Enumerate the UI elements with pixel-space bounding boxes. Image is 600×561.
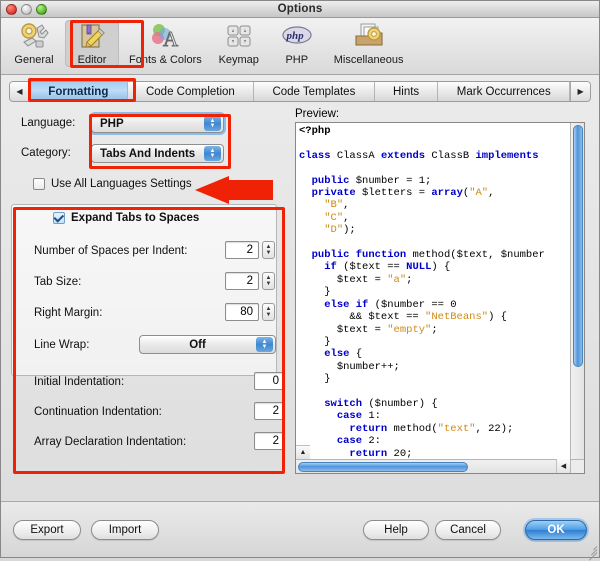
toolbar-item-editor[interactable]: Editor: [65, 20, 119, 67]
notepad-pencil-icon: [76, 22, 108, 53]
options-toolbar: General Editor A Fonts & Colors Keymap p…: [1, 18, 599, 75]
array-declaration-indentation-input[interactable]: 2: [254, 432, 285, 450]
cancel-button[interactable]: Cancel: [435, 520, 501, 540]
help-button[interactable]: Help: [363, 520, 429, 540]
language-select-value: PHP: [100, 117, 124, 130]
line-wrap-label: Line Wrap:: [34, 339, 90, 351]
tab-label-formatting: Formatting: [48, 85, 109, 98]
resize-grip[interactable]: [585, 543, 598, 561]
horizontal-scroll-thumb[interactable]: [298, 462, 468, 472]
preview-horizontal-scrollbar[interactable]: [296, 459, 570, 473]
category-label: Category:: [21, 147, 71, 159]
tab-label-code-templates: Code Templates: [272, 85, 356, 98]
chevron-updown-icon: ▲ ▼: [256, 337, 273, 352]
scrollbar-corner: [570, 459, 584, 473]
spaces-per-indent-label: Number of Spaces per Indent:: [34, 245, 188, 257]
tabs-scroll-right-button[interactable]: ▶: [570, 82, 590, 101]
keyboard-keys-icon: [223, 22, 255, 53]
toolbar-label-editor: Editor: [77, 54, 107, 66]
use-all-languages-label: Use All Languages Settings: [51, 178, 192, 190]
formatting-panel: Language: PHP ▲ ▼ Category: Tabs And Inde…: [9, 108, 591, 498]
tab-code-completion[interactable]: Code Completion: [128, 82, 255, 101]
php-elephant-icon: php: [281, 22, 313, 53]
options-dialog: Options General Editor A Fonts & Colors …: [0, 0, 600, 561]
svg-text:A: A: [163, 27, 179, 51]
initial-indentation-label: Initial Indentation:: [34, 376, 125, 388]
ok-button[interactable]: OK: [525, 520, 587, 540]
zoom-button[interactable]: [36, 4, 47, 15]
language-select[interactable]: PHP ▲ ▼: [91, 114, 224, 133]
line-wrap-select-value: Off: [189, 338, 206, 351]
continuation-indentation-label: Continuation Indentation:: [34, 406, 162, 418]
toolbar-item-miscellaneous[interactable]: Miscellaneous: [328, 20, 410, 67]
tab-label-code-completion: Code Completion: [145, 85, 235, 98]
toolbar-label-php: PHP: [285, 54, 309, 66]
toolbar-item-fonts-colors[interactable]: A Fonts & Colors: [123, 20, 208, 67]
chevron-updown-icon: ▲ ▼: [204, 146, 221, 161]
line-wrap-select[interactable]: Off ▲ ▼: [139, 335, 276, 354]
preview-pane: <?php class ClassA extends ClassB implem…: [295, 122, 585, 474]
window-title: Options: [277, 3, 323, 15]
right-margin-label: Right Margin:: [34, 307, 103, 319]
toolbar-label-keymap: Keymap: [218, 54, 259, 66]
tab-formatting[interactable]: Formatting: [30, 82, 128, 101]
spaces-per-indent-input[interactable]: 2: [225, 241, 259, 259]
tab-hints[interactable]: Hints: [375, 82, 439, 101]
right-margin-input[interactable]: 80: [225, 303, 259, 321]
category-select[interactable]: Tabs And Indents ▲ ▼: [91, 144, 224, 163]
tab-mark-occurrences[interactable]: Mark Occurrences: [438, 82, 571, 101]
expand-tabs-label: Expand Tabs to Spaces: [71, 212, 200, 224]
toolbar-label-miscellaneous: Miscellaneous: [333, 54, 404, 66]
category-tabs: ◀ Formatting Code Completion Code Templa…: [9, 81, 591, 102]
toolbar-label-general: General: [14, 54, 54, 66]
scroll-up-icon[interactable]: ▲: [296, 445, 310, 459]
initial-indentation-input[interactable]: 0: [254, 372, 285, 390]
continuation-indentation-input[interactable]: 2: [254, 402, 285, 420]
preview-label: Preview:: [295, 108, 340, 120]
toolbar-item-keymap[interactable]: Keymap: [212, 20, 266, 67]
tab-code-templates[interactable]: Code Templates: [254, 82, 375, 101]
dialog-button-bar: Export Import Help Cancel OK: [1, 501, 599, 561]
spaces-per-indent-stepper[interactable]: ▲ ▼: [262, 241, 275, 259]
toolbar-item-general[interactable]: General: [7, 20, 61, 67]
category-select-value: Tabs And Indents: [100, 147, 196, 160]
fonts-colors-icon: A: [149, 22, 181, 53]
left-arrow-icon: ◀: [16, 87, 23, 96]
array-declaration-indentation-label: Array Declaration Indentation:: [34, 436, 187, 448]
right-arrow-icon: ▶: [577, 87, 584, 96]
use-all-languages-checkbox[interactable]: [33, 178, 45, 190]
tabs-scroll-left-button[interactable]: ◀: [10, 82, 30, 101]
tab-label-hints: Hints: [392, 85, 420, 98]
window-controls: [6, 4, 47, 15]
scroll-left-icon[interactable]: ◀: [556, 459, 570, 473]
toolbar-label-fonts-colors: Fonts & Colors: [129, 54, 202, 66]
svg-text:php: php: [285, 30, 304, 42]
preview-vertical-scrollbar[interactable]: [570, 123, 584, 459]
chevron-updown-icon: ▲ ▼: [204, 116, 221, 131]
folder-gear-icon: [353, 22, 385, 53]
preview-section: Preview: <?php class ClassA extends Clas…: [295, 108, 585, 474]
tab-size-input[interactable]: 2: [225, 272, 259, 290]
export-button[interactable]: Export: [13, 520, 81, 540]
tab-size-label: Tab Size:: [34, 276, 82, 288]
tab-label-mark-occurrences: Mark Occurrences: [456, 85, 551, 98]
code-preview-text: <?php class ClassA extends ClassB implem…: [299, 125, 545, 459]
tab-size-stepper[interactable]: ▲ ▼: [262, 272, 275, 290]
toolbar-item-php[interactable]: php PHP: [270, 20, 324, 67]
minimize-button[interactable]: [21, 4, 32, 15]
title-bar: Options: [1, 1, 599, 18]
vertical-scroll-thumb[interactable]: [573, 125, 583, 367]
use-all-languages-checkbox-row[interactable]: Use All Languages Settings: [33, 178, 192, 190]
close-button[interactable]: [6, 4, 17, 15]
gear-wrench-icon: [18, 22, 50, 53]
expand-tabs-checkbox[interactable]: [53, 212, 65, 224]
language-label: Language:: [21, 117, 76, 129]
import-button[interactable]: Import: [91, 520, 159, 540]
right-margin-stepper[interactable]: ▲ ▼: [262, 303, 275, 321]
expand-tabs-checkbox-row[interactable]: Expand Tabs to Spaces: [53, 212, 199, 224]
